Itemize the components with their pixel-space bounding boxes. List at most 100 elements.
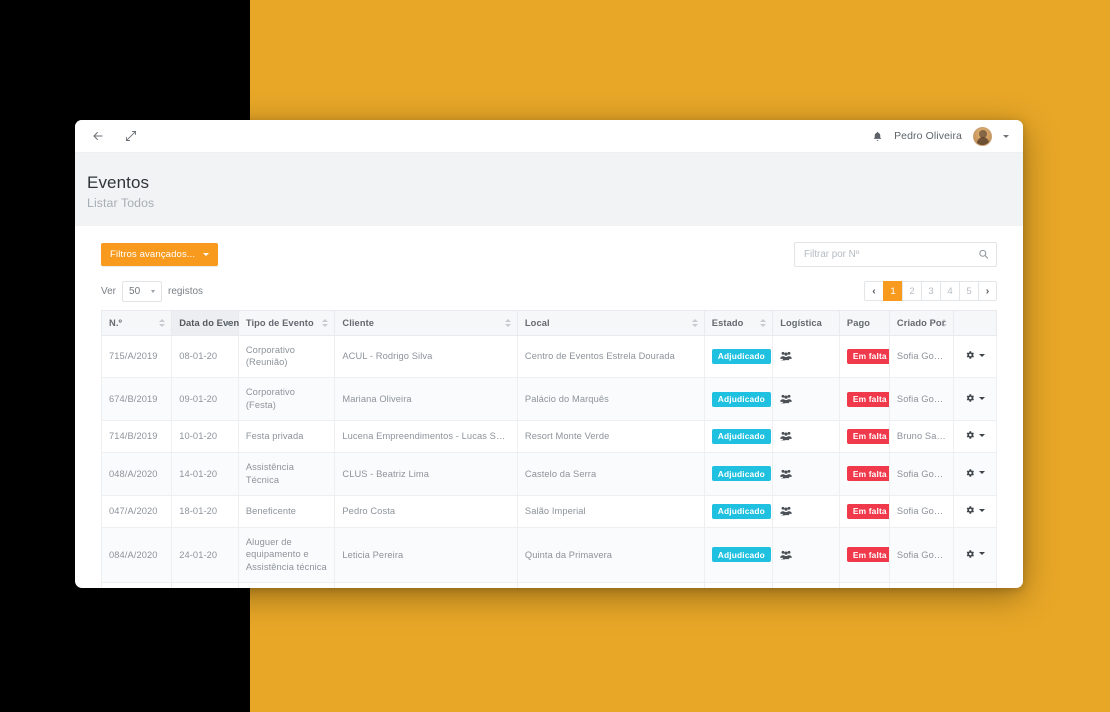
row-actions-button[interactable] — [965, 350, 985, 360]
cell-tipo: Corporativo (Festa) — [237, 582, 336, 588]
cell-data: 30-01-20 — [171, 582, 239, 588]
row-actions-button[interactable] — [965, 393, 985, 403]
cell-logistica — [772, 526, 840, 584]
people-icon[interactable] — [780, 550, 792, 560]
people-icon[interactable] — [780, 469, 792, 479]
status-badge-pago[interactable]: Em falta — [846, 391, 889, 407]
cell-logistica — [772, 334, 840, 379]
column-header-estado[interactable]: Estado — [703, 309, 774, 336]
window-topbar: Pedro Oliveira — [75, 120, 1023, 153]
cell-numero: 715/A/2019 — [100, 334, 173, 379]
pagination-page-1[interactable]: 1 — [883, 281, 902, 302]
table-row[interactable]: 047/A/2020 18-01-20 Beneficente Pedro Costa… — [100, 494, 998, 528]
column-header-cliente[interactable]: Cliente — [334, 309, 518, 336]
logistica-icon-group — [780, 506, 832, 516]
table-header: N.º Data do Evento Tipo de Evento Cliente Lo… — [100, 309, 998, 336]
cell-actions — [952, 582, 998, 588]
row-actions-button[interactable] — [965, 549, 985, 559]
advanced-filters-button[interactable]: Filtros avançados... — [101, 242, 219, 266]
people-icon[interactable] — [780, 351, 792, 362]
status-badge-estado[interactable]: Adjudicado — [711, 428, 771, 444]
status-badge-estado[interactable]: Adjudicado — [711, 348, 771, 364]
cell-criado_por: Sofia Gomes — [888, 451, 954, 496]
cell-data: 18-01-20 — [171, 494, 239, 528]
topbar-left-controls — [89, 128, 139, 145]
status-badge-pago[interactable]: Em falta — [846, 428, 889, 444]
bell-icon[interactable] — [872, 131, 883, 142]
column-header-n[interactable]: N.º — [100, 309, 173, 336]
people-icon[interactable] — [780, 431, 792, 442]
sort-toggle-icon — [504, 318, 511, 327]
search-container — [794, 241, 997, 267]
cell-estado: Adjudicado — [703, 419, 774, 453]
status-badge-estado[interactable]: Adjudicado — [711, 547, 771, 563]
expand-diagonal-icon[interactable] — [122, 128, 139, 145]
column-header-label: Pago — [846, 317, 871, 328]
column-header-label: Local — [524, 317, 550, 328]
column-header-tipo-de-evento[interactable]: Tipo de Evento — [237, 309, 336, 336]
column-header-local[interactable]: Local — [516, 309, 705, 336]
gear-icon — [965, 430, 975, 440]
pagination-prev[interactable]: ‹ — [864, 281, 883, 302]
people-icon[interactable] — [780, 394, 792, 404]
pagination-next[interactable]: › — [978, 281, 997, 302]
row-actions-button[interactable] — [965, 505, 985, 515]
logistica-icon-group — [780, 469, 832, 479]
chevron-down-icon[interactable] — [1003, 134, 1009, 138]
people-icon[interactable] — [780, 506, 792, 516]
column-header-label: N.º — [109, 317, 122, 328]
status-badge-pago[interactable]: Em falta — [846, 547, 889, 563]
cell-data: 09-01-20 — [171, 377, 239, 421]
table-row[interactable]: 048/A/2020 14-01-20 Assistência Técnica CLU… — [100, 451, 998, 496]
table-row[interactable]: 084/A/2020 24-01-20 Aluguer de equipamento… — [100, 526, 998, 584]
pagination-page-3[interactable]: 3 — [921, 281, 940, 302]
cell-criado_por: Sofia Gomes — [888, 334, 954, 379]
gear-icon — [965, 350, 975, 360]
page-size-select[interactable]: 50 — [122, 280, 163, 302]
cell-cliente: Mariana Oliveira — [334, 377, 518, 421]
chevron-down-icon — [978, 433, 985, 437]
chevron-down-icon — [978, 353, 985, 357]
user-name-label: Pedro Oliveira — [894, 130, 962, 142]
cell-criado_por: Sofia Gomes — [888, 377, 954, 421]
status-badge-estado[interactable]: Adjudicado — [711, 503, 771, 519]
column-header-log-stica: Logística — [772, 309, 840, 336]
page-title: Eventos — [87, 173, 150, 192]
cell-pago: Em falta — [838, 334, 890, 379]
page-size-control: Ver 50 registos — [101, 280, 203, 302]
table-row[interactable]: 581/A/201930-01-20Corporativo (Festa)Let… — [100, 582, 998, 588]
table-row[interactable]: 715/A/2019 08-01-20 Corporativo (Reunião) A… — [100, 334, 998, 379]
cell-local: Palácio dos Ventos — [516, 582, 705, 588]
row-actions-button[interactable] — [965, 468, 985, 478]
search-input[interactable] — [794, 241, 997, 267]
column-header-data-do-evento[interactable]: Data do Evento — [171, 309, 248, 336]
table-header-row: N.º Data do Evento Tipo de Evento Cliente Lo… — [100, 309, 998, 336]
cell-tipo: Festa privada — [237, 419, 336, 453]
pagination-page-5[interactable]: 5 — [959, 281, 978, 302]
status-badge-pago[interactable]: Em falta — [846, 503, 889, 519]
table-row[interactable]: 714/B/2019 10-01-20 Festa privada Lucena Em… — [100, 419, 998, 453]
chevron-down-icon — [151, 289, 156, 293]
table-toolbar: Filtros avançados... — [87, 226, 1011, 273]
cell-numero: 581/A/2019 — [100, 582, 173, 588]
column-header-criado-por[interactable]: Criado Por — [888, 309, 954, 336]
cell-actions — [952, 526, 998, 584]
search-icon[interactable] — [978, 249, 989, 260]
cell-criado_por: Bruno Santos — [888, 419, 954, 453]
pagination: ‹ 1 2 3 4 5 › — [864, 281, 997, 302]
status-badge-estado[interactable]: Adjudicado — [711, 466, 771, 482]
cell-logistica — [772, 377, 840, 421]
status-badge-pago[interactable]: Em falta — [846, 466, 889, 482]
status-badge-estado[interactable]: Adjudicado — [711, 391, 771, 407]
column-header-label: Cliente — [342, 317, 375, 328]
table-row[interactable]: 674/B/2019 09-01-20 Corporativo (Festa) Mar… — [100, 377, 998, 421]
cell-actions — [952, 334, 998, 379]
cell-tipo: Corporativo (Reunião) — [237, 334, 336, 379]
row-actions-button[interactable] — [965, 430, 985, 440]
pagination-page-4[interactable]: 4 — [940, 281, 959, 302]
status-badge-pago[interactable]: Em falta — [846, 348, 889, 364]
cell-pago: Em falta — [838, 526, 890, 584]
arrow-left-icon[interactable] — [89, 128, 106, 145]
pagination-page-2[interactable]: 2 — [902, 281, 921, 302]
avatar[interactable] — [973, 126, 992, 146]
